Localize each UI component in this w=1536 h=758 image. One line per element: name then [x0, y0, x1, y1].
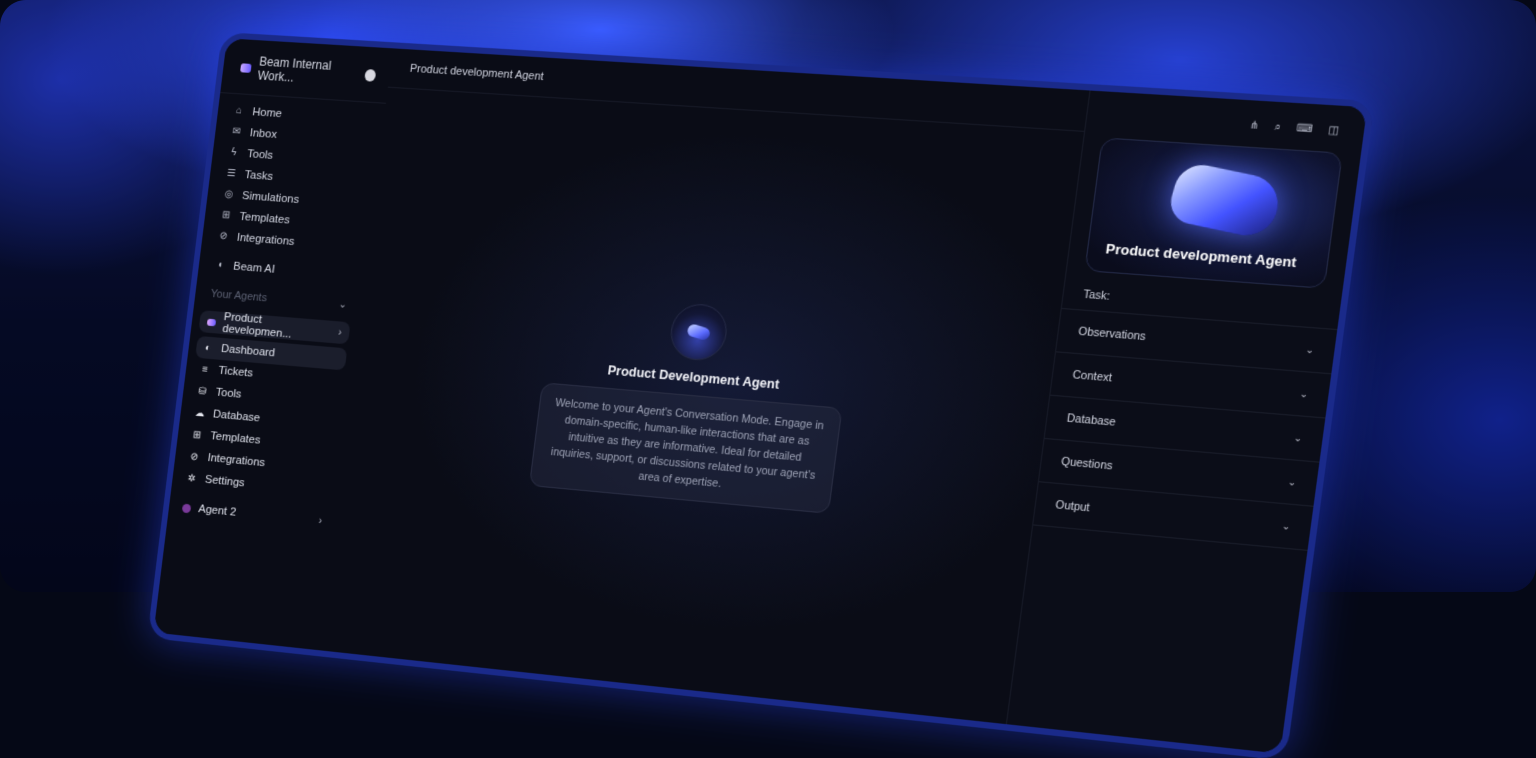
- nav-label: Tasks: [243, 168, 274, 183]
- chevron-down-icon: ⌄: [1287, 475, 1298, 488]
- tools-icon: ⛁: [197, 385, 208, 398]
- page-title: Product development Agent: [409, 62, 545, 84]
- link-icon: ⊘: [218, 230, 229, 242]
- chevron-down-icon: ⌄: [1305, 343, 1315, 355]
- agent-item-agent-2[interactable]: Agent 2 ›: [168, 495, 335, 533]
- subnav-label: Settings: [204, 473, 246, 490]
- nav-label: Simulations: [241, 189, 300, 206]
- settings-icon: ✲: [187, 472, 197, 485]
- chevron-down-icon: ⌄: [1293, 431, 1304, 444]
- list-icon: ☰: [226, 167, 237, 180]
- agent-icon: [206, 318, 217, 326]
- tickets-icon: ≡: [201, 363, 209, 376]
- workspace-logo-icon: [240, 62, 252, 73]
- welcome-message: Welcome to your Agent's Conversation Mod…: [528, 382, 843, 514]
- chevron-down-icon: ⌄: [338, 298, 348, 311]
- bolt-icon: ϟ: [230, 147, 238, 159]
- chevron-right-icon: ›: [317, 515, 323, 527]
- agent-intro: Product Development Agent Welcome to you…: [340, 278, 1058, 533]
- agent-label: Agent 2: [197, 503, 237, 519]
- accordion-label: Database: [1066, 412, 1117, 429]
- grid-icon: ⊞: [192, 429, 202, 441]
- agent-hero-card: Product development Agent: [1084, 137, 1343, 289]
- app-window: Beam Internal Work... ⌂ Home ✉ Inbox ϟ Tool…: [147, 32, 1375, 758]
- database-icon: ☁: [194, 407, 206, 420]
- agent-blob-icon: [685, 322, 712, 342]
- accordion-label: Context: [1071, 368, 1113, 385]
- agent-blob-icon: [1165, 160, 1286, 241]
- chevron-down-icon: ⌄: [1299, 387, 1309, 400]
- subnav-label: Dashboard: [220, 342, 276, 360]
- agent-avatar: [667, 302, 730, 363]
- nav-label: Integrations: [236, 231, 296, 248]
- keyboard-icon[interactable]: ⌨: [1296, 123, 1314, 136]
- inbox-icon: ✉: [231, 126, 242, 138]
- beam-ai-icon: ◖: [216, 259, 224, 271]
- panel-toggle-icon[interactable]: ◫: [1328, 125, 1340, 138]
- dashboard-icon: ◐: [204, 342, 212, 354]
- home-icon: ⌂: [235, 105, 243, 117]
- subnav-label: Database: [212, 408, 261, 425]
- chevron-right-icon: ›: [337, 326, 343, 339]
- grid-icon: ⊞: [221, 209, 231, 222]
- subnav-label: Tools: [215, 386, 243, 401]
- conversation-area: Product development Agent Product Develo…: [317, 48, 1091, 725]
- accordion-label: Output: [1054, 498, 1091, 515]
- subnav-label: Tickets: [217, 364, 254, 380]
- hero-title: Product development Agent: [1104, 240, 1298, 271]
- share-icon[interactable]: ⋔: [1249, 120, 1260, 132]
- nav-label: Inbox: [249, 126, 278, 141]
- chevron-down-icon: ⌄: [1281, 519, 1292, 532]
- accordion-label: Questions: [1060, 455, 1114, 473]
- nav-label: Beam AI: [232, 260, 276, 276]
- nav-label: Tools: [246, 147, 274, 162]
- section-label: Your Agents: [209, 287, 268, 305]
- subnav-label: Integrations: [206, 451, 266, 470]
- search-icon[interactable]: ⌕: [1274, 121, 1282, 133]
- primary-nav: ⌂ Home ✉ Inbox ϟ Tools ☰ Tasks ◎ Simulations …: [201, 93, 385, 258]
- simulation-icon: ◎: [223, 188, 234, 201]
- nav-label: Home: [251, 105, 283, 120]
- workspace-name: Beam Internal Work...: [256, 54, 333, 85]
- agent-icon: [181, 503, 192, 513]
- accordion-label: Observations: [1077, 325, 1147, 344]
- page-header: Product development Agent: [387, 48, 1091, 132]
- nav-label: Templates: [238, 210, 291, 227]
- agent-name: Product Development Agent: [606, 363, 781, 392]
- link-icon: ⊘: [189, 450, 200, 463]
- subnav-label: Templates: [209, 430, 262, 447]
- user-avatar[interactable]: [364, 69, 377, 82]
